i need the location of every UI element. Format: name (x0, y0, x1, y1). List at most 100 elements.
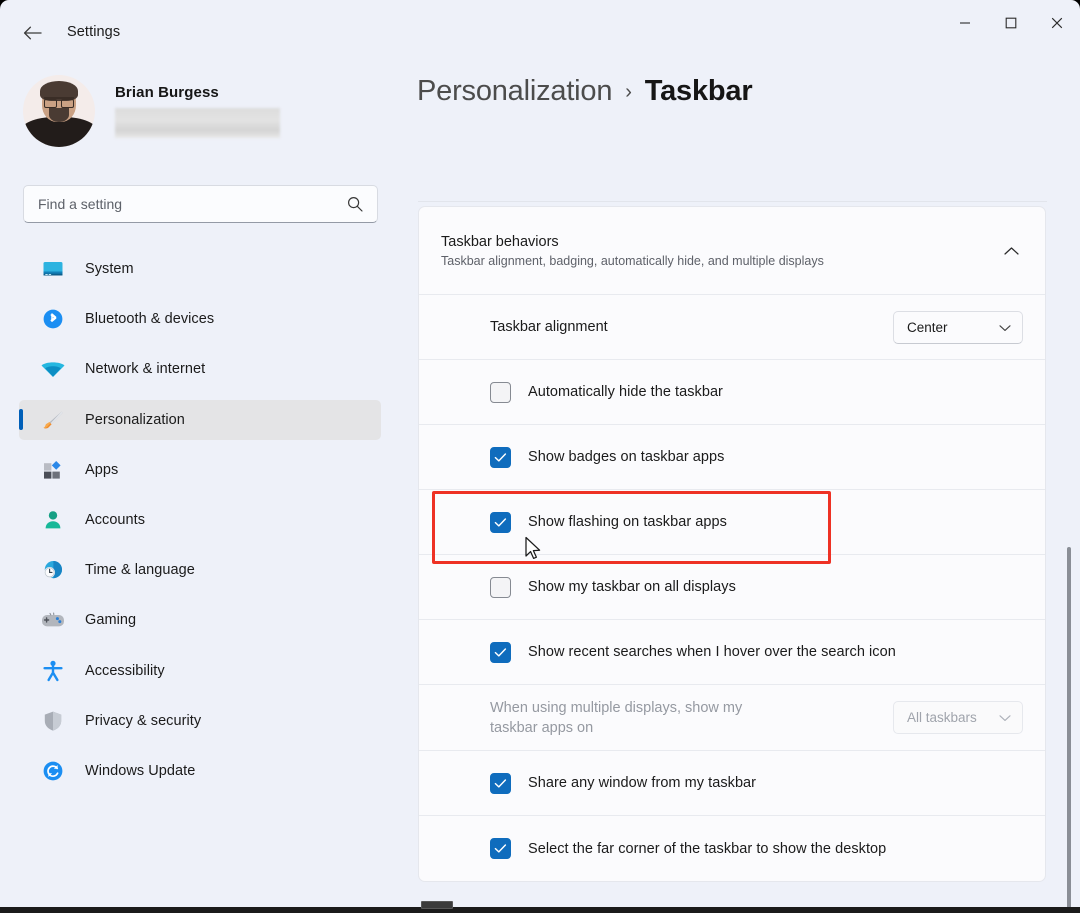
window-controls (942, 0, 1080, 46)
dropdown-value: Center (907, 320, 948, 335)
checkbox-label: Show badges on taskbar apps (528, 449, 724, 465)
content-scrollbar[interactable] (1064, 70, 1074, 905)
paintbrush-icon (38, 405, 68, 435)
monitor-icon (38, 254, 68, 284)
main-content: Personalization › Taskbar Taskbar behavi… (400, 64, 1080, 907)
checkbox-show-taskbar-all-displays[interactable] (490, 577, 511, 598)
sidebar-item-label: Personalization (85, 412, 185, 428)
search-input[interactable] (24, 196, 347, 212)
row-multiple-displays-apps: When using multiple displays, show my ta… (419, 685, 1045, 751)
profile-card[interactable]: Brian Burgess (23, 75, 280, 147)
row-label: When using multiple displays, show my ta… (490, 698, 790, 738)
accessibility-icon (38, 656, 68, 686)
minimize-icon (959, 17, 971, 29)
search-box[interactable] (23, 185, 378, 223)
maximize-button[interactable] (988, 0, 1034, 46)
chevron-down-icon (999, 320, 1011, 335)
taskbar-strip (0, 907, 1080, 913)
profile-name: Brian Burgess (115, 84, 280, 101)
app-title: Settings (67, 24, 120, 40)
sidebar-item-bluetooth-devices[interactable]: Bluetooth & devices (19, 299, 381, 339)
taskbar-behaviors-card: Taskbar behaviors Taskbar alignment, bad… (418, 206, 1046, 882)
scrollbar-thumb[interactable] (1067, 547, 1071, 907)
row-show-taskbar-all-displays[interactable]: Show my taskbar on all displays (419, 555, 1045, 620)
sidebar-nav: System Bluetooth & devices (19, 249, 381, 801)
sidebar-item-system[interactable]: System (19, 249, 381, 289)
taskbar-alignment-dropdown[interactable]: Center (893, 311, 1023, 344)
check-icon (494, 778, 507, 789)
card-subtitle: Taskbar alignment, badging, automaticall… (441, 254, 824, 268)
row-share-any-window[interactable]: Share any window from my taskbar (419, 751, 1045, 816)
multiple-displays-dropdown[interactable]: All taskbars (893, 701, 1023, 734)
breadcrumb: Personalization › Taskbar (417, 75, 752, 108)
close-button[interactable] (1034, 0, 1080, 46)
check-icon (494, 452, 507, 463)
sidebar-item-network-internet[interactable]: Network & internet (19, 349, 381, 389)
update-refresh-icon (38, 756, 68, 786)
profile-email-redacted (115, 108, 280, 138)
sidebar-item-label: Accounts (85, 512, 145, 528)
checkbox-label: Share any window from my taskbar (528, 775, 756, 791)
bluetooth-icon (38, 304, 68, 334)
row-show-flashing[interactable]: Show flashing on taskbar apps (419, 490, 1045, 555)
row-select-far-corner[interactable]: Select the far corner of the taskbar to … (419, 816, 1045, 881)
gamepad-icon (38, 605, 68, 635)
taskbar-behaviors-header[interactable]: Taskbar behaviors Taskbar alignment, bad… (419, 207, 1045, 295)
maximize-icon (1005, 17, 1017, 29)
checkbox-label: Show my taskbar on all displays (528, 579, 736, 595)
shield-icon (38, 706, 68, 736)
person-icon (38, 505, 68, 535)
title-bar: Settings (0, 0, 1080, 64)
sidebar-item-label: Bluetooth & devices (85, 311, 214, 327)
back-button[interactable] (16, 18, 48, 48)
content-top-divider (418, 201, 1047, 202)
checkbox-label: Automatically hide the taskbar (528, 384, 723, 400)
chevron-down-icon (999, 710, 1011, 725)
search-icon (347, 196, 363, 212)
checkbox-automatically-hide-taskbar[interactable] (490, 382, 511, 403)
sidebar-item-label: System (85, 261, 134, 277)
minimize-button[interactable] (942, 0, 988, 46)
sidebar-item-label: Privacy & security (85, 713, 201, 729)
sidebar-item-windows-update[interactable]: Windows Update (19, 751, 381, 791)
sidebar: Brian Burgess (0, 64, 400, 907)
back-arrow-icon (23, 25, 42, 41)
checkbox-label: Select the far corner of the taskbar to … (528, 841, 886, 857)
checkbox-label: Show flashing on taskbar apps (528, 514, 727, 530)
chevron-up-icon[interactable] (1004, 246, 1019, 256)
sidebar-item-label: Time & language (85, 562, 195, 578)
checkbox-show-badges[interactable] (490, 447, 511, 468)
sidebar-item-personalization[interactable]: Personalization (19, 400, 381, 440)
checkbox-share-any-window[interactable] (490, 773, 511, 794)
breadcrumb-parent[interactable]: Personalization (417, 75, 612, 108)
row-taskbar-alignment: Taskbar alignment Center (419, 295, 1045, 360)
sidebar-item-privacy-security[interactable]: Privacy & security (19, 701, 381, 741)
checkbox-show-flashing[interactable] (490, 512, 511, 533)
dropdown-value: All taskbars (907, 710, 977, 725)
sidebar-item-label: Windows Update (85, 763, 195, 779)
row-label: Taskbar alignment (490, 319, 893, 335)
row-show-badges[interactable]: Show badges on taskbar apps (419, 425, 1045, 490)
check-icon (494, 647, 507, 658)
clock-globe-icon (38, 555, 68, 585)
checkbox-label: Show recent searches when I hover over t… (528, 644, 896, 660)
close-icon (1051, 17, 1063, 29)
taskbar-item[interactable] (421, 901, 453, 909)
sidebar-item-gaming[interactable]: Gaming (19, 600, 381, 640)
sidebar-item-apps[interactable]: Apps (19, 450, 381, 490)
wifi-icon (38, 354, 68, 384)
sidebar-item-accessibility[interactable]: Accessibility (19, 651, 381, 691)
sidebar-item-label: Gaming (85, 612, 136, 628)
sidebar-item-label: Accessibility (85, 663, 165, 679)
sidebar-item-label: Apps (85, 462, 118, 478)
sidebar-item-time-language[interactable]: Time & language (19, 550, 381, 590)
card-title: Taskbar behaviors (441, 234, 824, 250)
row-show-recent-searches[interactable]: Show recent searches when I hover over t… (419, 620, 1045, 685)
row-automatically-hide-taskbar[interactable]: Automatically hide the taskbar (419, 360, 1045, 425)
checkbox-show-recent-searches[interactable] (490, 642, 511, 663)
check-icon (494, 517, 507, 528)
checkbox-select-far-corner[interactable] (490, 838, 511, 859)
avatar (23, 75, 95, 147)
breadcrumb-separator: › (625, 81, 631, 104)
sidebar-item-accounts[interactable]: Accounts (19, 500, 381, 540)
